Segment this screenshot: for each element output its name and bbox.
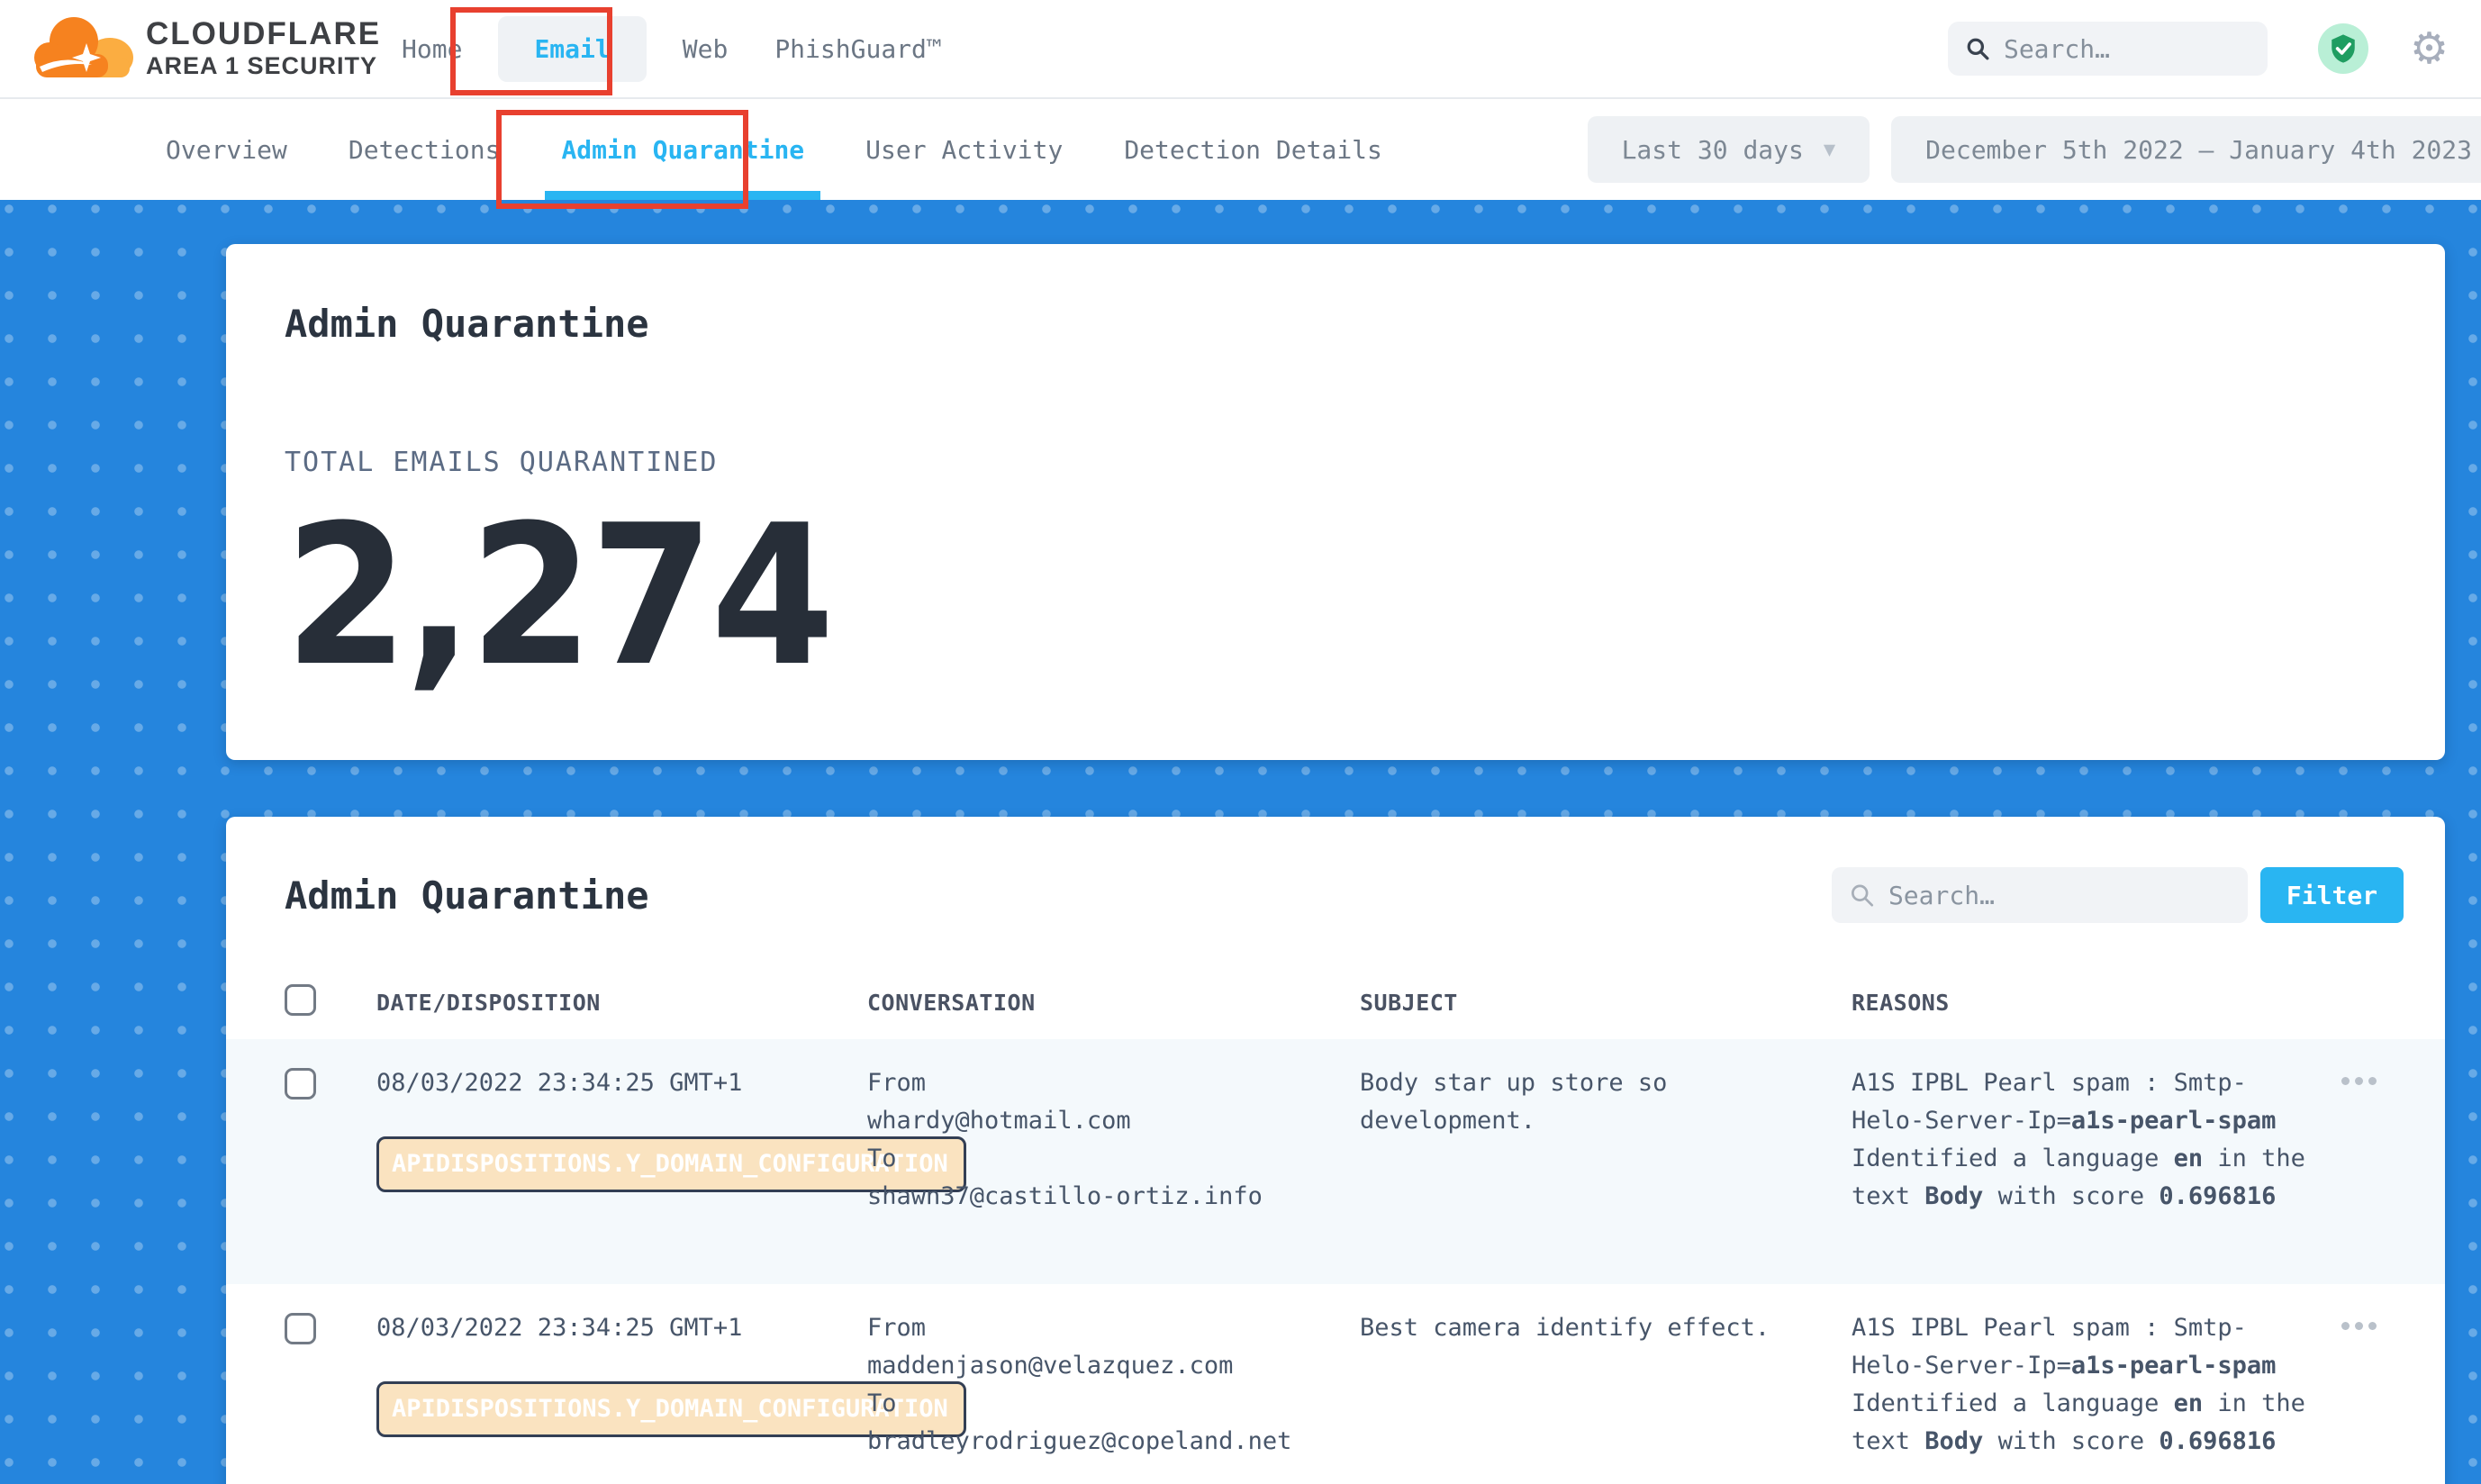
summary-card: Admin Quarantine TOTAL EMAILS QUARANTINE… (226, 244, 2445, 760)
col-reasons: REASONS (1852, 984, 2341, 1016)
email-subnav: Overview Detections Admin Quarantine Use… (0, 99, 2481, 200)
table-row[interactable]: 08/03/2022 23:34:25 GMT+1 APIDISPOSITION… (226, 1284, 2445, 1484)
top-nav: Home Email Web PhishGuard™ (378, 16, 965, 82)
ellipsis-icon (2341, 1077, 2350, 1085)
tab-admin-quarantine[interactable]: Admin Quarantine (530, 99, 835, 200)
col-date-disposition: DATE/DISPOSITION (376, 984, 867, 1016)
top-header: CLOUDFLARE AREA 1 SECURITY Home Email We… (0, 0, 2481, 99)
nav-item-web[interactable]: Web (659, 18, 752, 80)
ellipsis-icon (2341, 1322, 2350, 1330)
to-email: shawn37@castillo-ortiz.info (867, 1178, 1324, 1216)
col-conversation: CONVERSATION (867, 984, 1360, 1016)
tab-user-activity[interactable]: User Activity (835, 99, 1093, 200)
row-checkbox[interactable] (285, 1068, 316, 1099)
page-background: Admin Quarantine TOTAL EMAILS QUARANTINE… (0, 200, 2481, 1484)
tab-detection-details[interactable]: Detection Details (1093, 99, 1413, 200)
cloudflare-logo[interactable]: CLOUDFLARE AREA 1 SECURITY (0, 11, 378, 86)
settings-gear-icon[interactable]: ⚙ (2410, 27, 2449, 70)
row-date: 08/03/2022 23:34:25 GMT+1 (376, 1064, 831, 1102)
shield-check-icon (2328, 33, 2359, 64)
table-header-row: DATE/DISPOSITION CONVERSATION SUBJECT RE… (226, 984, 2445, 1039)
time-range-dropdown[interactable]: Last 30 days ▼ (1588, 116, 1870, 183)
filter-button[interactable]: Filter (2260, 867, 2404, 923)
summary-card-title: Admin Quarantine (285, 302, 2386, 346)
chevron-down-icon: ▼ (1824, 139, 1835, 161)
metric-label: TOTAL EMAILS QUARANTINED (285, 447, 2386, 478)
from-email: whardy@hotmail.com (867, 1102, 1324, 1140)
table-card-title: Admin Quarantine (285, 873, 649, 918)
tab-detections[interactable]: Detections (318, 99, 531, 200)
tab-overview[interactable]: Overview (135, 99, 318, 200)
logo-brand-text: CLOUDFLARE (146, 17, 381, 52)
row-reasons: A1S IPBL Pearl spam : Smtp-Helo-Server-I… (1852, 1064, 2341, 1216)
from-email: maddenjason@velazquez.com (867, 1347, 1324, 1385)
logo-sub-text: AREA 1 SECURITY (146, 51, 381, 80)
col-subject: SUBJECT (1360, 984, 1852, 1016)
nav-item-phishguard[interactable]: PhishGuard™ (751, 18, 964, 80)
active-tab-underline (545, 191, 820, 200)
cloudflare-cloud-icon (31, 11, 139, 86)
protection-status-badge[interactable] (2318, 23, 2368, 74)
row-subject: Body star up store so development. (1360, 1064, 1852, 1140)
quarantine-table-card: Admin Quarantine Filter DATE/DISPOSITION… (226, 817, 2445, 1484)
table-search-input[interactable] (1888, 881, 2230, 910)
nav-item-home[interactable]: Home (378, 18, 485, 80)
table-row[interactable]: 08/03/2022 23:34:25 GMT+1 APIDISPOSITION… (226, 1039, 2445, 1284)
table-search[interactable] (1832, 867, 2248, 923)
date-range-display[interactable]: December 5th 2022 — January 4th 2023 (1891, 116, 2481, 183)
metric-value: 2,274 (285, 494, 2218, 698)
search-icon (1966, 35, 1989, 62)
row-subject: Best camera identify effect. (1360, 1309, 1852, 1347)
row-conversation: From whardy@hotmail.com To shawn37@casti… (867, 1064, 1360, 1216)
row-checkbox[interactable] (285, 1313, 316, 1344)
row-actions-menu[interactable] (2341, 1309, 2445, 1330)
row-actions-menu[interactable] (2341, 1064, 2445, 1085)
select-all-checkbox[interactable] (285, 984, 316, 1016)
row-conversation: From maddenjason@velazquez.com To bradle… (867, 1309, 1360, 1461)
row-reasons: A1S IPBL Pearl spam : Smtp-Helo-Server-I… (1852, 1309, 2341, 1461)
nav-item-email[interactable]: Email (498, 16, 646, 82)
global-search[interactable] (1948, 22, 2268, 76)
global-search-input[interactable] (2004, 34, 2250, 64)
row-date: 08/03/2022 23:34:25 GMT+1 (376, 1309, 831, 1347)
to-email: bradleyrodriguez@copeland.net (867, 1423, 1324, 1461)
search-icon (1850, 882, 1874, 909)
